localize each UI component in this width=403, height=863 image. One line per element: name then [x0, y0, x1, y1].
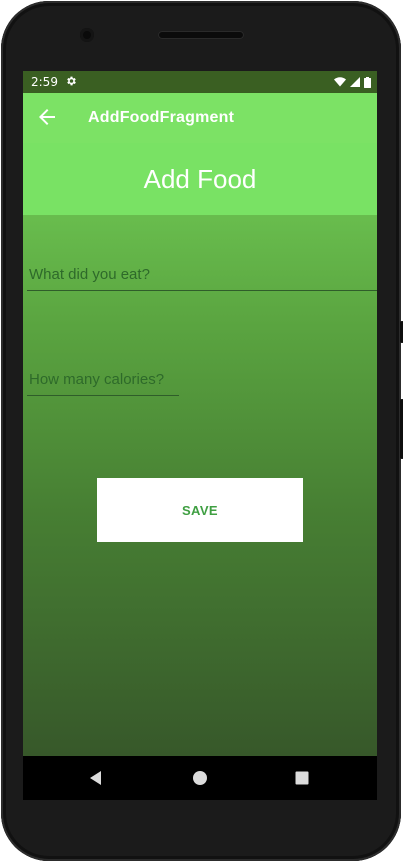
- front-camera: [80, 28, 94, 42]
- battery-icon: [364, 76, 371, 88]
- app-bar: AddFoodFragment: [23, 93, 377, 143]
- wifi-icon: [334, 77, 346, 87]
- save-button[interactable]: SAVE: [97, 478, 303, 542]
- gear-icon: [67, 76, 76, 86]
- add-food-form: Add Food SAVE: [23, 143, 377, 756]
- triangle-back-icon[interactable]: [87, 769, 105, 787]
- calories-input[interactable]: [27, 364, 179, 396]
- circle-home-icon[interactable]: [191, 769, 209, 787]
- arrow-left-icon[interactable]: [35, 105, 59, 129]
- square-recents-icon[interactable]: [293, 769, 311, 787]
- status-icons: [334, 76, 371, 88]
- system-nav-bar: [23, 756, 377, 800]
- app-bar-title: AddFoodFragment: [88, 109, 235, 126]
- earpiece-speaker: [158, 31, 244, 39]
- page-title: Add Food: [143, 164, 257, 194]
- food-name-input[interactable]: [27, 259, 377, 291]
- status-bar: 2:59: [23, 71, 377, 93]
- screen: 2:59 AddFoodFragment Add Food What did y…: [23, 71, 377, 756]
- status-time: 2:59: [31, 75, 58, 89]
- signal-icon: [350, 77, 360, 87]
- header-band: Add Food: [23, 143, 377, 215]
